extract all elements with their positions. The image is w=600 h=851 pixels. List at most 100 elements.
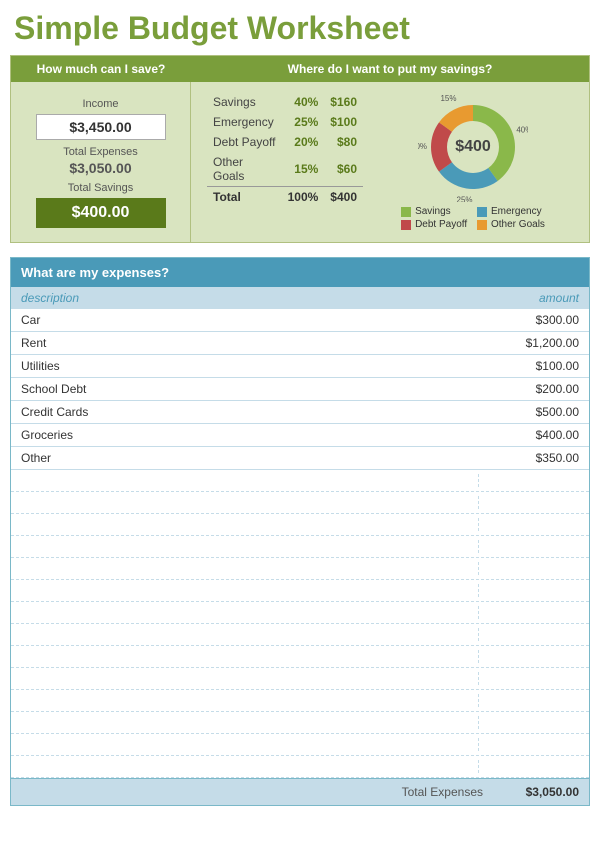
total-savings-label: Total Savings: [21, 182, 180, 194]
expense-row-empty[interactable]: [11, 492, 589, 514]
empty-amount[interactable]: [479, 650, 579, 663]
legend-label: Savings: [415, 206, 451, 217]
empty-amount[interactable]: [479, 496, 579, 509]
legend-item: Other Goals: [477, 219, 545, 230]
expense-desc: Other: [21, 451, 479, 465]
expense-row-empty[interactable]: [11, 624, 589, 646]
empty-amount[interactable]: [479, 760, 579, 773]
empty-amount[interactable]: [479, 716, 579, 729]
empty-desc[interactable]: [21, 738, 479, 751]
savings-row-label: Emergency: [207, 112, 282, 132]
savings-row-label: Savings: [207, 92, 282, 112]
savings-row-label: Other Goals: [207, 152, 282, 187]
empty-desc[interactable]: [21, 694, 479, 707]
income-input[interactable]: [36, 114, 166, 140]
savings-row-pct: 40%: [282, 92, 325, 112]
expense-amount: $400.00: [479, 428, 579, 442]
empty-amount[interactable]: [479, 474, 579, 487]
expenses-footer-value: $3,050.00: [499, 785, 579, 799]
savings-row-amount: $80: [324, 132, 363, 152]
total-savings-value: $400.00: [36, 198, 166, 228]
savings-row: Other Goals 15% $60: [207, 152, 363, 187]
empty-desc[interactable]: [21, 716, 479, 729]
expenses-footer-label: Total Expenses: [402, 785, 483, 799]
empty-desc[interactable]: [21, 474, 479, 487]
empty-desc[interactable]: [21, 760, 479, 773]
expense-row-empty[interactable]: [11, 712, 589, 734]
expense-row-empty[interactable]: [11, 536, 589, 558]
savings-row-amount: $400: [324, 187, 363, 208]
expense-row: Other $350.00: [11, 447, 589, 470]
legend-color: [401, 220, 411, 230]
donut-segment: [431, 122, 452, 171]
expense-row-empty[interactable]: [11, 514, 589, 536]
legend-label: Emergency: [491, 206, 542, 217]
empty-desc[interactable]: [21, 562, 479, 575]
donut-label: 15%: [440, 94, 456, 103]
empty-desc[interactable]: [21, 584, 479, 597]
empty-desc[interactable]: [21, 496, 479, 509]
empty-desc[interactable]: [21, 650, 479, 663]
savings-row: Debt Payoff 20% $80: [207, 132, 363, 152]
expense-row: Rent $1,200.00: [11, 332, 589, 355]
page-title: Simple Budget Worksheet: [0, 0, 600, 55]
left-panel: Income Total Expenses $3,050.00 Total Sa…: [11, 82, 191, 242]
expense-row-empty[interactable]: [11, 668, 589, 690]
chart-legend: Savings Emergency Debt Payoff Other Goal…: [401, 206, 545, 230]
right-header-label: Where do I want to put my savings?: [191, 56, 589, 82]
col-amount-label: amount: [479, 291, 579, 305]
expense-row-empty[interactable]: [11, 580, 589, 602]
empty-amount[interactable]: [479, 672, 579, 685]
empty-desc[interactable]: [21, 518, 479, 531]
savings-row: Savings 40% $160: [207, 92, 363, 112]
expense-row-empty[interactable]: [11, 734, 589, 756]
legend-label: Other Goals: [491, 219, 545, 230]
top-body: Income Total Expenses $3,050.00 Total Sa…: [11, 82, 589, 242]
donut-segment: [439, 162, 498, 189]
expense-desc: School Debt: [21, 382, 479, 396]
legend-item: Emergency: [477, 206, 545, 217]
savings-row-label: Debt Payoff: [207, 132, 282, 152]
savings-row: Emergency 25% $100: [207, 112, 363, 132]
empty-amount[interactable]: [479, 540, 579, 553]
expense-desc: Rent: [21, 336, 479, 350]
expense-row-empty[interactable]: [11, 470, 589, 492]
expense-row-empty[interactable]: [11, 690, 589, 712]
empty-amount[interactable]: [479, 694, 579, 707]
expense-row-empty[interactable]: [11, 558, 589, 580]
expense-desc: Credit Cards: [21, 405, 479, 419]
expense-row-empty[interactable]: [11, 756, 589, 778]
chart-container: 40%25%20%15% $400 Savings Emergency Debt…: [373, 92, 573, 232]
total-expenses-value: $3,050.00: [21, 160, 180, 176]
expense-row-empty[interactable]: [11, 602, 589, 624]
donut-label: 20%: [418, 142, 427, 151]
empty-amount[interactable]: [479, 584, 579, 597]
expense-amount: $100.00: [479, 359, 579, 373]
expenses-footer: Total Expenses $3,050.00: [11, 778, 589, 805]
expense-row-empty[interactable]: [11, 646, 589, 668]
empty-amount[interactable]: [479, 628, 579, 641]
expense-row: Utilities $100.00: [11, 355, 589, 378]
empty-amount[interactable]: [479, 518, 579, 531]
empty-desc[interactable]: [21, 540, 479, 553]
expense-row: Groceries $400.00: [11, 424, 589, 447]
empty-amount[interactable]: [479, 562, 579, 575]
empty-amount[interactable]: [479, 738, 579, 751]
savings-row-label: Total: [207, 187, 282, 208]
savings-row: Total 100% $400: [207, 187, 363, 208]
empty-amount[interactable]: [479, 606, 579, 619]
expenses-section: What are my expenses? description amount…: [10, 257, 590, 806]
expense-row: Car $300.00: [11, 309, 589, 332]
expense-amount: $1,200.00: [479, 336, 579, 350]
expenses-header: What are my expenses?: [11, 258, 589, 287]
empty-desc[interactable]: [21, 628, 479, 641]
chart-center-label: $400: [455, 138, 491, 156]
empty-desc[interactable]: [21, 672, 479, 685]
expense-amount: $350.00: [479, 451, 579, 465]
empty-desc[interactable]: [21, 606, 479, 619]
expense-row: Credit Cards $500.00: [11, 401, 589, 424]
savings-row-pct: 20%: [282, 132, 325, 152]
col-desc-label: description: [21, 291, 479, 305]
left-header-label: How much can I save?: [11, 56, 191, 82]
legend-item: Debt Payoff: [401, 219, 469, 230]
